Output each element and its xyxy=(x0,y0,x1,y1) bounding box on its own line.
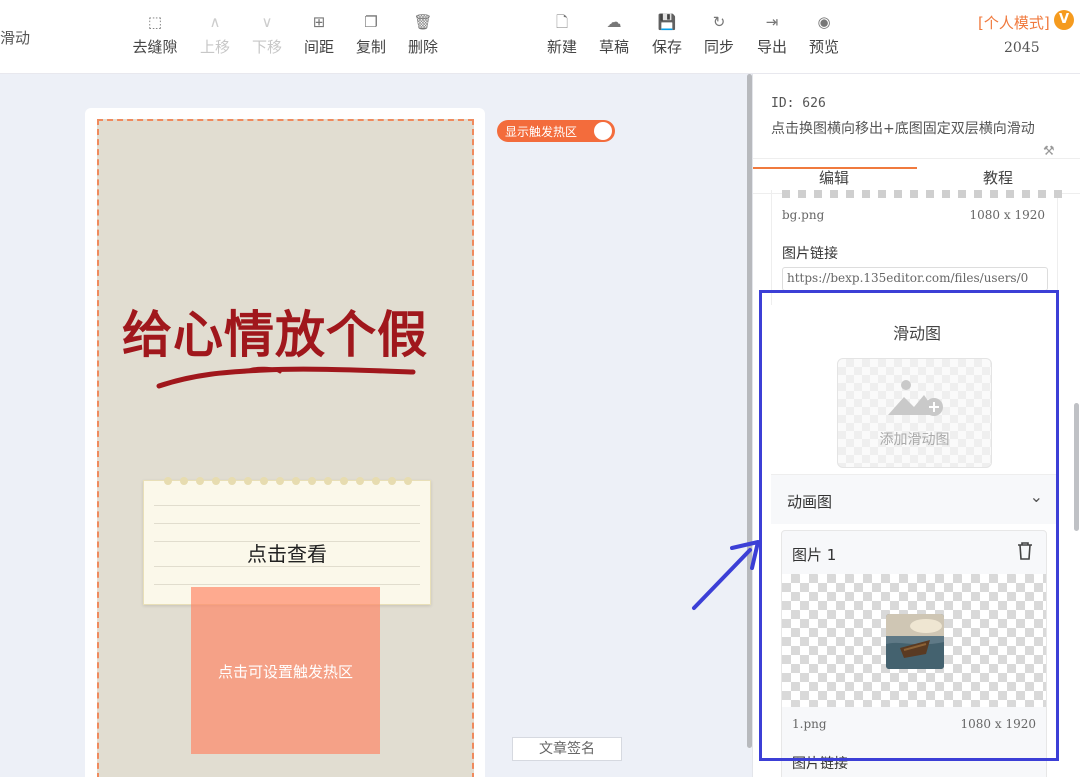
memo-binding xyxy=(164,477,414,485)
copy-icon: ❐ xyxy=(364,13,378,31)
binding-hole xyxy=(388,477,396,485)
chevron-up-icon: ∧ xyxy=(209,13,221,31)
component-id: ID: 626 xyxy=(771,96,826,111)
bg-file-name: bg.png xyxy=(782,208,825,222)
background-image-card: bg.png 1080 x 1920 图片链接 https://bexp.135… xyxy=(771,190,1062,305)
remove-gap-button[interactable]: ⬚ 去缝隙 xyxy=(127,12,183,57)
eye-icon: ◉ xyxy=(817,13,831,31)
binding-hole xyxy=(260,477,268,485)
panel-tabs: 编辑 教程 xyxy=(753,158,1080,194)
tab-edit[interactable]: 编辑 xyxy=(819,167,849,188)
move-up-button[interactable]: ∧ 上移 xyxy=(187,12,243,57)
binding-hole xyxy=(324,477,332,485)
image-link-input[interactable]: https://bexp.135editor.com/files/users/0 xyxy=(782,267,1048,291)
toggle-label: 显示触发热区 xyxy=(505,125,578,139)
mode-number: 2045 xyxy=(1004,40,1040,56)
headline-text: 给心情放个假 xyxy=(122,305,428,364)
trash-icon: 🗑 xyxy=(413,13,433,31)
sync-button[interactable]: ↻ 同步 xyxy=(691,12,747,57)
binding-hole xyxy=(356,477,364,485)
component-description: 点击换图横向移出+底图固定双层横向滑动 xyxy=(771,121,1035,137)
show-hotzone-toggle[interactable]: 显示触发热区 xyxy=(497,120,615,142)
image-link-label: 图片链接 xyxy=(782,246,838,262)
highlight-box xyxy=(759,290,1059,761)
binding-hole xyxy=(404,477,412,485)
export-button[interactable]: ⇥ 导出 xyxy=(744,12,800,57)
component-name: 滑动 xyxy=(0,29,31,47)
memo-rule xyxy=(154,505,420,506)
cloud-icon: ☁ xyxy=(606,13,622,31)
pointer-arrow-icon xyxy=(692,540,760,610)
hotzone-label: 点击可设置触发热区 xyxy=(217,663,353,681)
bg-file-size: 1080 x 1920 xyxy=(969,208,1045,222)
binding-hole xyxy=(276,477,284,485)
article-signature-button[interactable]: 文章签名 xyxy=(512,737,622,761)
copy-button[interactable]: ❐ 复制 xyxy=(343,12,399,57)
tools-icon[interactable]: ⚒ xyxy=(1043,144,1055,159)
new-file-icon: 🗋 xyxy=(555,13,569,31)
binding-hole xyxy=(292,477,300,485)
active-tab-indicator xyxy=(753,167,917,169)
preview-button[interactable]: ◉ 预览 xyxy=(796,12,852,57)
vip-badge-icon: V xyxy=(1054,10,1074,30)
save-icon: 💾 xyxy=(657,13,677,31)
brush-stroke-icon xyxy=(156,366,416,389)
toggle-knob xyxy=(594,122,612,140)
binding-hole xyxy=(196,477,204,485)
binding-hole xyxy=(212,477,220,485)
save-button[interactable]: 💾 保存 xyxy=(639,12,695,57)
gap-icon: ⬚ xyxy=(147,13,163,31)
tab-tutorial[interactable]: 教程 xyxy=(983,167,1013,188)
move-down-button[interactable]: ∨ 下移 xyxy=(239,12,295,57)
view-prompt-text: 点击查看 xyxy=(247,542,327,566)
top-toolbar: 滑动 ⬚ 去缝隙 ∧ 上移 ∨ 下移 ⊞ 间距 ❐ 复制 🗑 删除 🗋 新建 ☁… xyxy=(0,0,1080,74)
trigger-hotzone[interactable]: 点击可设置触发热区 xyxy=(191,587,380,754)
panel-scrollbar[interactable] xyxy=(1074,403,1079,531)
binding-hole xyxy=(372,477,380,485)
chevron-down-icon: ∨ xyxy=(261,13,273,31)
binding-hole xyxy=(244,477,252,485)
binding-hole xyxy=(308,477,316,485)
image-preview-strip xyxy=(782,190,1062,198)
new-button[interactable]: 🗋 新建 xyxy=(534,12,590,57)
binding-hole xyxy=(340,477,348,485)
binding-hole xyxy=(164,477,172,485)
memo-rule xyxy=(154,584,420,585)
memo-rule xyxy=(154,523,420,524)
delete-button[interactable]: 🗑 删除 xyxy=(395,12,451,57)
draft-button[interactable]: ☁ 草稿 xyxy=(586,12,642,57)
personal-mode-link[interactable]: [个人模式] xyxy=(978,12,1050,33)
spacing-icon: ⊞ xyxy=(312,13,326,31)
binding-hole xyxy=(180,477,188,485)
binding-hole xyxy=(228,477,236,485)
refresh-icon: ↻ xyxy=(712,13,726,31)
spacing-button[interactable]: ⊞ 间距 xyxy=(291,12,347,57)
export-icon: ⇥ xyxy=(765,13,779,31)
